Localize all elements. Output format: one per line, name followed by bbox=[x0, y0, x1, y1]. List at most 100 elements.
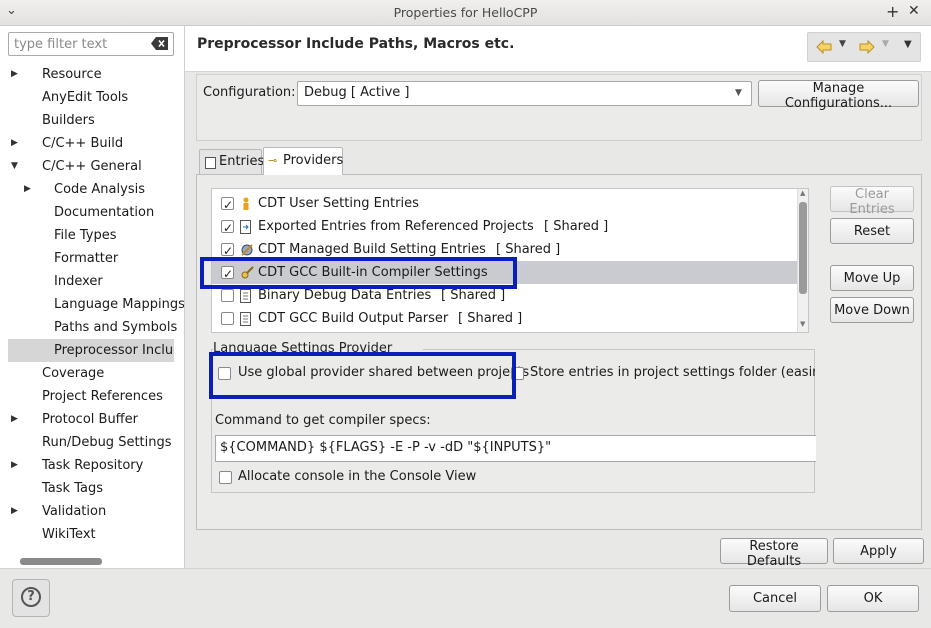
tree-expand-icon[interactable]: ▶ bbox=[11, 500, 18, 523]
provider-shared-tag: [ Shared ] bbox=[458, 311, 523, 326]
configuration-label: Configuration: bbox=[203, 85, 296, 100]
back-dropdown-icon[interactable]: ▼ bbox=[839, 39, 846, 49]
help-icon: ? bbox=[21, 587, 41, 607]
tree-collapse-icon[interactable]: ▼ bbox=[11, 155, 18, 178]
tree-item[interactable]: Paths and Symbols bbox=[0, 316, 184, 339]
provider-checkbox[interactable] bbox=[221, 289, 234, 302]
forward-dropdown-icon[interactable]: ▼ bbox=[882, 39, 889, 49]
tree-item-label: Preprocessor Includ bbox=[54, 343, 174, 358]
tree-item-label: File Types bbox=[54, 228, 117, 243]
tree-item[interactable]: ▶ Protocol Buffer bbox=[0, 408, 184, 431]
provider-checkbox[interactable] bbox=[221, 194, 234, 217]
tree-item[interactable]: Formatter bbox=[0, 247, 184, 270]
tree-item-label: AnyEdit Tools bbox=[42, 90, 129, 105]
provider-label: Exported Entries from Referenced Project… bbox=[258, 219, 534, 234]
tree-item-label: Indexer bbox=[54, 274, 103, 289]
tree-item-label: Language Mappings bbox=[54, 297, 184, 312]
providers-key-icon: ⊸ bbox=[268, 154, 278, 167]
allocate-console-checkbox[interactable] bbox=[219, 471, 232, 484]
manage-configurations-button[interactable]: Manage Configurations... bbox=[758, 80, 919, 111]
tab-providers-label: Providers bbox=[283, 153, 344, 168]
tree-expand-icon[interactable]: ▶ bbox=[11, 63, 18, 86]
tree-item[interactable]: Documentation bbox=[0, 201, 184, 224]
back-arrow-icon[interactable] bbox=[816, 40, 832, 54]
tree-item[interactable]: AnyEdit Tools bbox=[0, 86, 184, 109]
tree-item-label: Coverage bbox=[42, 366, 105, 381]
clear-filter-icon[interactable] bbox=[151, 37, 169, 50]
tree-item-label: Formatter bbox=[54, 251, 119, 266]
tree-item[interactable]: WikiText bbox=[0, 523, 184, 546]
tree-item[interactable]: ▶ Resource bbox=[0, 63, 184, 86]
restore-defaults-button[interactable]: Restore Defaults bbox=[720, 538, 828, 569]
move-up-button[interactable]: Move Up bbox=[830, 265, 914, 291]
tree-item-label: Project References bbox=[42, 389, 163, 404]
page-title: Preprocessor Include Paths, Macros etc. bbox=[197, 36, 515, 52]
provider-checkbox[interactable] bbox=[221, 240, 234, 263]
filter-input[interactable] bbox=[12, 35, 150, 53]
apply-button[interactable]: Apply bbox=[833, 538, 924, 564]
tree-item[interactable]: Preprocessor Includ bbox=[8, 339, 174, 362]
provider-label: CDT GCC Build Output Parser bbox=[258, 311, 449, 326]
tab-providers[interactable]: ⊸ Providers bbox=[263, 147, 343, 175]
tree-expand-icon[interactable]: ▶ bbox=[11, 454, 18, 477]
allocate-console-label: Allocate console in the Console View bbox=[238, 469, 477, 484]
tree-expand-icon[interactable]: ▶ bbox=[11, 132, 18, 155]
provider-row[interactable]: Exported Entries from Referenced Project… bbox=[212, 215, 798, 240]
tree-item[interactable]: ▼ C/C++ General bbox=[0, 155, 184, 178]
close-icon[interactable]: ✕ bbox=[908, 3, 920, 19]
provider-shared-tag: [ Shared ] bbox=[544, 219, 609, 234]
tree-item[interactable]: File Types bbox=[0, 224, 184, 247]
tree-item-label: Task Tags bbox=[42, 481, 103, 496]
tree-item-label: Code Analysis bbox=[54, 182, 145, 197]
reset-button[interactable]: Reset bbox=[830, 218, 914, 244]
command-label: Command to get compiler specs: bbox=[215, 413, 431, 428]
tree-item-label: C/C++ General bbox=[42, 159, 142, 174]
tree-item[interactable]: Builders bbox=[0, 109, 184, 132]
highlight-use-global-provider bbox=[209, 352, 516, 399]
tree-item[interactable]: Task Tags bbox=[0, 477, 184, 500]
maximize-icon[interactable]: + bbox=[886, 2, 899, 21]
tree-item-label: Resource bbox=[42, 67, 102, 82]
tree-item-label: Paths and Symbols bbox=[54, 320, 178, 335]
tree-item[interactable]: ▶ Validation bbox=[0, 500, 184, 523]
provider-checkbox[interactable] bbox=[221, 217, 234, 240]
help-button[interactable]: ? bbox=[12, 579, 50, 617]
tree-expand-icon[interactable]: ▶ bbox=[24, 178, 31, 201]
tree-expand-icon[interactable]: ▶ bbox=[11, 408, 18, 431]
document-icon bbox=[240, 311, 252, 332]
tree-item-label: Run/Debug Settings bbox=[42, 435, 172, 450]
configuration-select[interactable]: Debug [ Active ] ▼ bbox=[297, 81, 752, 106]
view-menu-icon[interactable]: ▼ bbox=[904, 39, 912, 50]
tree-horizontal-scrollbar[interactable] bbox=[2, 557, 184, 566]
providers-vertical-scrollbar[interactable]: ▲ ▼ bbox=[797, 189, 808, 332]
tree-item[interactable]: Run/Debug Settings bbox=[0, 431, 184, 454]
filter-box bbox=[8, 32, 174, 56]
tab-entries[interactable]: Entries bbox=[199, 149, 264, 175]
provider-row[interactable]: CDT GCC Build Output Parser [ Shared ] bbox=[212, 307, 798, 330]
tree-item-label: Builders bbox=[42, 113, 95, 128]
move-down-button[interactable]: Move Down bbox=[830, 297, 914, 323]
tree-item[interactable]: ▶ Task Repository bbox=[0, 454, 184, 477]
chevron-down-icon: ▼ bbox=[735, 88, 742, 98]
window-title: Properties for HelloCPP bbox=[393, 5, 538, 20]
ok-button[interactable]: OK bbox=[827, 585, 919, 612]
clear-entries-button[interactable]: Clear Entries bbox=[830, 186, 914, 217]
cancel-button[interactable]: Cancel bbox=[729, 585, 821, 612]
tree-item-label: Documentation bbox=[54, 205, 155, 220]
tree-item-label: C/C++ Build bbox=[42, 136, 124, 151]
command-input[interactable]: ${COMMAND} ${FLAGS} -E -P -v -dD "${INPU… bbox=[215, 435, 816, 462]
forward-arrow-icon[interactable] bbox=[859, 40, 875, 54]
tree-item[interactable]: Project References bbox=[0, 385, 184, 408]
tree-item[interactable]: Indexer bbox=[0, 270, 184, 293]
tree-item-label: Validation bbox=[42, 504, 107, 519]
tree-item-label: Task Repository bbox=[42, 458, 144, 473]
tree-item[interactable]: Language Mappings bbox=[0, 293, 184, 316]
tree-item[interactable]: Coverage bbox=[0, 362, 184, 385]
tree-item[interactable]: ▶ Code Analysis bbox=[0, 178, 184, 201]
provider-row[interactable]: CDT User Setting Entries bbox=[212, 192, 798, 217]
tree-item[interactable]: ▶ C/C++ Build bbox=[0, 132, 184, 155]
configuration-value: Debug [ Active ] bbox=[304, 85, 410, 100]
tree-item-label: Protocol Buffer bbox=[42, 412, 138, 427]
provider-label: CDT User Setting Entries bbox=[258, 196, 419, 211]
provider-checkbox[interactable] bbox=[221, 312, 234, 325]
